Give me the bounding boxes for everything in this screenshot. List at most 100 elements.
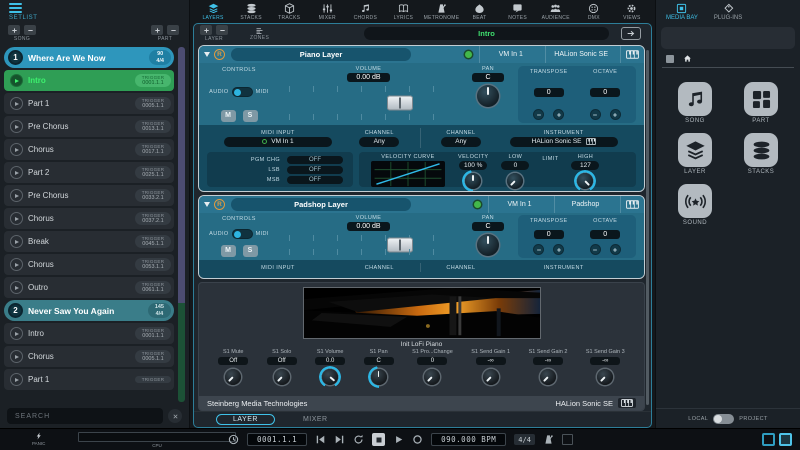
octave-value[interactable]: 0 <box>590 230 621 239</box>
low-value[interactable]: 0 <box>501 161 530 170</box>
pan-value[interactable]: C <box>472 222 504 231</box>
param-knob[interactable] <box>367 366 390 388</box>
go-to-end-button[interactable] <box>334 434 345 445</box>
metronome-button[interactable] <box>543 434 554 445</box>
octave-value[interactable]: 0 <box>590 88 621 97</box>
solo-button[interactable]: S <box>242 245 258 257</box>
setlist-part-item[interactable]: Pre Chorus TRIGGER 0033.2.1 <box>4 185 174 206</box>
slider-handle[interactable] <box>387 95 414 111</box>
browser-item-layer[interactable]: LAYER <box>672 133 718 175</box>
volume-slider[interactable] <box>283 83 455 123</box>
go-to-start-button[interactable] <box>315 434 326 445</box>
local-project-toggle[interactable] <box>713 413 735 424</box>
tab-dmx[interactable]: DMX <box>575 3 613 21</box>
high-value[interactable]: 127 <box>571 161 600 170</box>
param-value[interactable]: 0 <box>417 357 448 365</box>
setlist-part-item[interactable]: Part 2 TRIGGER 0025.1.1 <box>4 162 174 183</box>
out-channel-select[interactable]: Any <box>440 136 481 147</box>
param-value[interactable]: Off <box>218 357 249 365</box>
open-instrument-button[interactable] <box>620 46 644 63</box>
browser-item-sound[interactable]: SOUND <box>672 184 718 226</box>
setlist-part-item[interactable]: Chorus TRIGGER 0037.2.1 <box>4 208 174 229</box>
setlist-song-item[interactable]: 1 Where Are We Now 90 4/4 <box>4 47 174 68</box>
tab-media-bay[interactable]: MEDIA BAY <box>666 3 698 25</box>
layer-name[interactable]: Padshop Layer <box>231 198 411 211</box>
next-part-button[interactable] <box>621 27 641 40</box>
layer-instrument[interactable]: Padshop <box>554 196 616 213</box>
layer-midi-input[interactable]: VM In 1 <box>488 196 550 213</box>
tempo-display[interactable]: 090.000 BPM <box>431 433 507 446</box>
setlist-part-item[interactable]: Chorus TRIGGER 0053.1.1 <box>4 254 174 275</box>
window-layout-1-button[interactable] <box>762 433 775 446</box>
open-instrument-button[interactable] <box>620 196 644 213</box>
mute-button[interactable]: M <box>220 245 236 257</box>
cycle-button[interactable] <box>353 434 364 445</box>
tab-mixer[interactable]: MIXER <box>303 416 328 423</box>
transpose-minus-button[interactable] <box>533 109 545 120</box>
velocity-value[interactable]: 100 % <box>459 161 488 170</box>
high-knob[interactable] <box>574 170 597 191</box>
layer-midi-input[interactable]: VM In 1 <box>479 46 541 63</box>
param-knob[interactable] <box>273 369 290 385</box>
instrument-select[interactable]: HALion Sonic SE <box>509 136 618 147</box>
browser-item-part[interactable]: PART <box>738 82 784 124</box>
zones-button[interactable]: ZONES <box>250 27 269 41</box>
transpose-plus-button[interactable] <box>553 244 565 255</box>
home-icon[interactable] <box>683 54 692 63</box>
add-part-button[interactable] <box>151 25 163 35</box>
transpose-minus-button[interactable] <box>533 244 545 255</box>
remove-layer-button[interactable] <box>216 25 228 35</box>
setlist-part-item[interactable]: Outro TRIGGER 0061.1.1 <box>4 277 174 298</box>
panic-button[interactable]: PANIC <box>32 431 45 446</box>
active-part-display[interactable]: Intro <box>364 27 609 40</box>
setlist-part-item[interactable]: Intro TRIGGER 0001.1.1 <box>4 70 174 91</box>
octave-minus-button[interactable] <box>589 109 601 120</box>
browser-item-stacks[interactable]: STACKS <box>738 133 784 175</box>
param-knob[interactable] <box>539 369 556 385</box>
velocity-curve-graph[interactable] <box>371 161 445 187</box>
pgm-chg-value[interactable]: OFF <box>287 155 343 164</box>
param-knob[interactable] <box>482 369 499 385</box>
msb-value[interactable]: OFF <box>287 175 343 184</box>
media-toolbar[interactable] <box>661 27 795 49</box>
mute-button[interactable]: M <box>220 110 236 122</box>
transpose-value[interactable]: 0 <box>533 88 564 97</box>
param-value[interactable]: -∞ <box>532 357 563 365</box>
setlist-part-item[interactable]: Intro TRIGGER 0001.1.1 <box>4 323 174 344</box>
transpose-value[interactable]: 0 <box>533 230 564 239</box>
open-plugin-button[interactable] <box>618 398 636 408</box>
tab-layers[interactable]: LAYERS <box>194 3 232 21</box>
tab-stacks[interactable]: STACKS <box>232 3 270 21</box>
param-value[interactable]: Off <box>266 357 297 365</box>
setlist-part-item[interactable]: Part 1 TRIGGER 0005.1.1 <box>4 93 174 114</box>
play-button[interactable] <box>393 434 404 445</box>
octave-minus-button[interactable] <box>589 244 601 255</box>
collapse-icon[interactable] <box>204 52 210 57</box>
stop-button[interactable] <box>372 433 386 446</box>
add-layer-button[interactable] <box>200 25 212 35</box>
tab-notes[interactable]: NOTES <box>499 3 537 21</box>
layer-instrument[interactable]: HALion Sonic SE <box>545 46 616 63</box>
param-value[interactable]: C <box>363 357 394 365</box>
tab-audience[interactable]: AUDIENCE <box>537 3 575 21</box>
filter-checkbox[interactable] <box>666 54 674 63</box>
setlist-part-item[interactable]: Break TRIGGER 0045.1.1 <box>4 231 174 252</box>
pan-knob[interactable] <box>477 85 499 107</box>
param-knob[interactable] <box>597 369 614 385</box>
transpose-plus-button[interactable] <box>553 109 565 120</box>
tab-layer[interactable]: LAYER <box>216 414 275 425</box>
remove-part-button[interactable] <box>167 25 179 35</box>
midi-input-select[interactable]: VM In 1 <box>223 136 332 147</box>
param-value[interactable]: -∞ <box>475 357 506 365</box>
tempo-track-button[interactable] <box>228 434 239 445</box>
audio-midi-toggle[interactable] <box>231 86 253 97</box>
tab-beat[interactable]: BEAT <box>461 3 499 21</box>
setlist-part-item[interactable]: Pre Chorus TRIGGER 0013.1.1 <box>4 116 174 137</box>
param-knob[interactable] <box>225 369 242 385</box>
search-input[interactable] <box>7 408 163 424</box>
tab-chords[interactable]: CHORDS <box>346 3 384 21</box>
setlist-menu-icon[interactable] <box>9 3 189 13</box>
metronome-enable-checkbox[interactable] <box>561 434 573 445</box>
window-layout-2-button[interactable] <box>779 433 792 446</box>
octave-plus-button[interactable] <box>609 244 621 255</box>
